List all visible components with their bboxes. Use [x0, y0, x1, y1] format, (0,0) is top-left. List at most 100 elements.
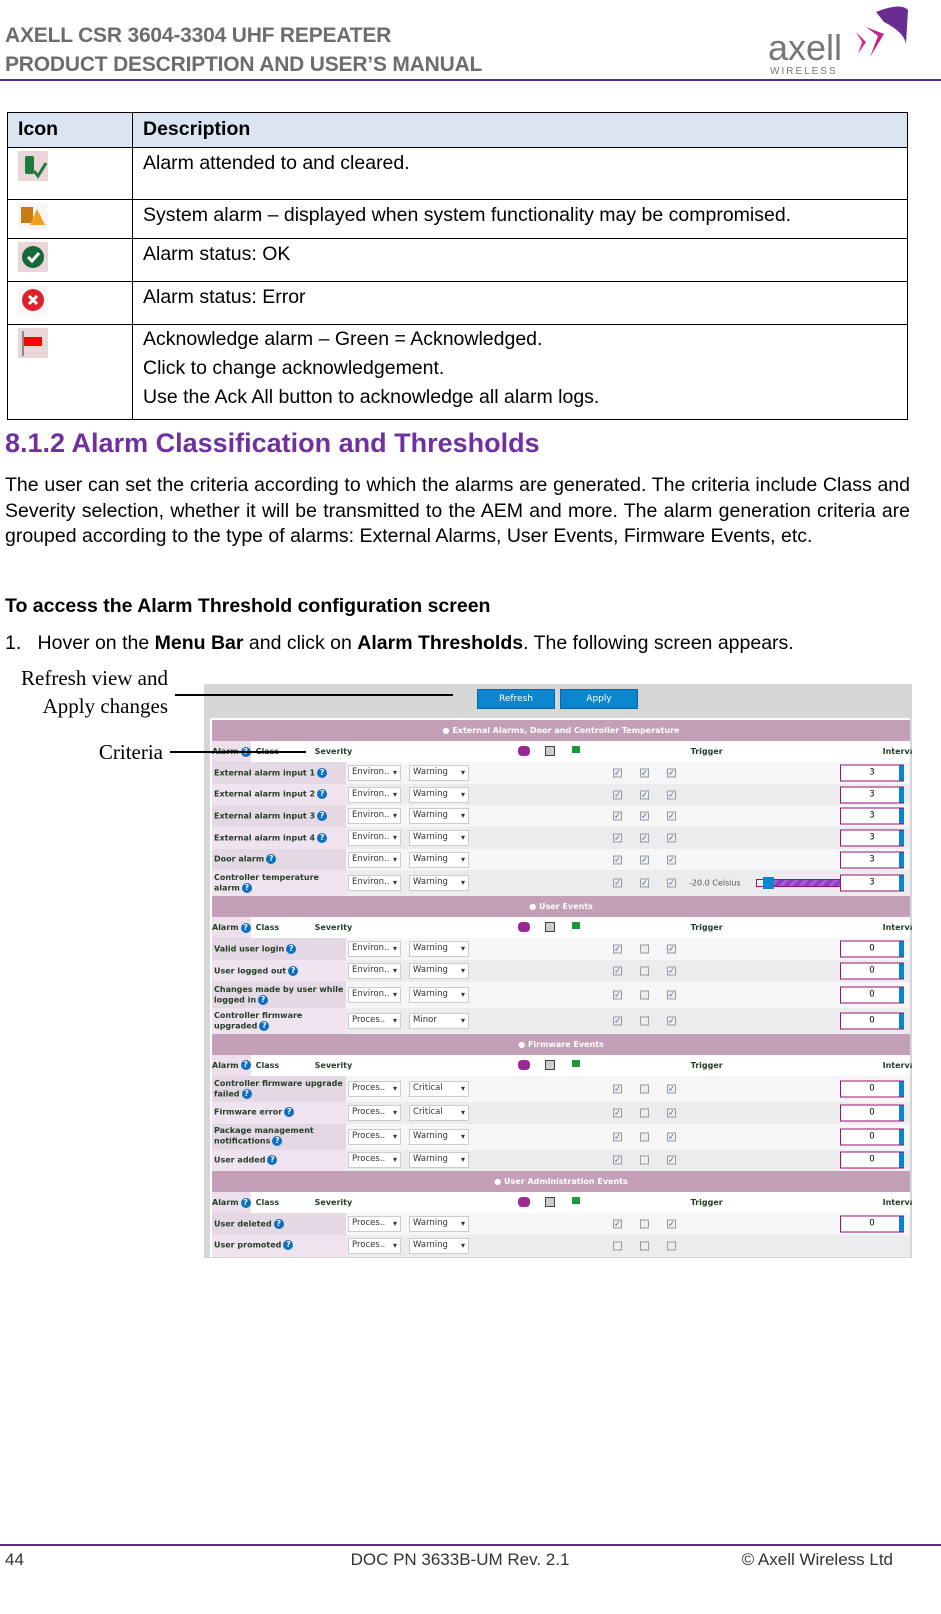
class-select[interactable]: Proces.. — [348, 1128, 401, 1145]
email-checkbox[interactable]: ✓ — [640, 855, 649, 865]
ack-checkbox[interactable]: ✓ — [667, 1219, 676, 1229]
interval-stepper[interactable]: 0 — [840, 962, 904, 980]
ack-checkbox[interactable]: ✓ — [667, 768, 676, 778]
trap-checkbox[interactable]: ✓ — [613, 966, 622, 976]
interval-stepper[interactable]: 3 — [840, 807, 904, 825]
class-select[interactable]: Environ.. — [348, 829, 401, 846]
ack-checkbox[interactable]: ✓ — [667, 790, 676, 800]
help-icon[interactable]: ? — [286, 944, 297, 955]
severity-select[interactable]: Warning — [409, 1237, 469, 1254]
email-checkbox[interactable] — [640, 966, 649, 976]
email-checkbox[interactable] — [640, 1155, 649, 1165]
class-select[interactable]: Environ.. — [348, 764, 401, 781]
severity-select[interactable]: Warning — [409, 808, 469, 825]
help-icon[interactable]: ? — [273, 1218, 284, 1229]
interval-stepper[interactable]: 0 — [840, 1012, 904, 1030]
ack-checkbox[interactable]: ✓ — [667, 1155, 676, 1165]
ack-checkbox[interactable]: ✓ — [667, 1132, 676, 1141]
email-checkbox[interactable] — [640, 1132, 649, 1141]
class-select[interactable]: Proces.. — [348, 1152, 401, 1169]
trap-checkbox[interactable]: ✓ — [613, 833, 622, 843]
class-select[interactable]: Environ.. — [348, 986, 401, 1003]
class-select[interactable]: Proces.. — [348, 1012, 401, 1029]
severity-select[interactable]: Minor — [409, 1012, 469, 1029]
severity-select[interactable]: Critical — [409, 1104, 469, 1121]
severity-select[interactable]: Warning — [409, 962, 469, 979]
severity-select[interactable]: Warning — [409, 941, 469, 958]
help-icon[interactable]: ? — [317, 832, 328, 843]
severity-select[interactable]: Warning — [409, 786, 469, 803]
ack-checkbox[interactable]: ✓ — [667, 1084, 676, 1094]
interval-stepper[interactable]: 3 — [840, 764, 904, 782]
interval-stepper[interactable]: 3 — [840, 874, 904, 892]
interval-stepper[interactable]: 3 — [840, 829, 904, 847]
help-icon[interactable]: ? — [240, 922, 251, 933]
trap-checkbox[interactable] — [613, 1241, 622, 1251]
help-icon[interactable]: ? — [317, 767, 328, 778]
email-checkbox[interactable]: ✓ — [640, 878, 649, 888]
help-icon[interactable]: ? — [241, 1088, 252, 1099]
help-icon[interactable]: ? — [317, 789, 328, 800]
help-icon[interactable]: ? — [272, 1136, 283, 1147]
email-checkbox[interactable]: ✓ — [640, 833, 649, 843]
severity-select[interactable]: Critical — [409, 1080, 469, 1097]
email-checkbox[interactable]: ✓ — [640, 790, 649, 800]
trap-checkbox[interactable]: ✓ — [613, 1108, 622, 1118]
trap-checkbox[interactable]: ✓ — [613, 855, 622, 865]
class-select[interactable]: Proces.. — [348, 1216, 401, 1233]
email-checkbox[interactable] — [640, 1241, 649, 1251]
trap-checkbox[interactable]: ✓ — [613, 1084, 622, 1094]
email-checkbox[interactable] — [640, 944, 649, 954]
ack-checkbox[interactable]: ✓ — [667, 944, 676, 954]
interval-stepper[interactable]: 0 — [840, 1151, 904, 1169]
interval-stepper[interactable]: 0 — [840, 1104, 904, 1122]
interval-stepper[interactable]: 0 — [840, 986, 904, 1004]
class-select[interactable]: Proces.. — [348, 1080, 401, 1097]
interval-stepper[interactable]: 3 — [840, 851, 904, 869]
refresh-button[interactable]: Refresh — [477, 689, 555, 709]
email-checkbox[interactable] — [640, 1016, 649, 1026]
ack-checkbox[interactable]: ✓ — [667, 966, 676, 976]
severity-select[interactable]: Warning — [409, 875, 469, 892]
ack-checkbox[interactable]: ✓ — [667, 1016, 676, 1026]
help-icon[interactable]: ? — [240, 1197, 251, 1208]
severity-select[interactable]: Warning — [409, 1152, 469, 1169]
email-checkbox[interactable]: ✓ — [640, 811, 649, 821]
interval-stepper[interactable]: 3 — [840, 786, 904, 804]
email-checkbox[interactable]: ✓ — [640, 768, 649, 778]
severity-select[interactable]: Warning — [409, 986, 469, 1003]
class-select[interactable]: Environ.. — [348, 786, 401, 803]
class-select[interactable]: Environ.. — [348, 941, 401, 958]
trap-checkbox[interactable]: ✓ — [613, 990, 622, 1000]
trap-checkbox[interactable]: ✓ — [613, 768, 622, 778]
help-icon[interactable]: ? — [266, 854, 277, 865]
email-checkbox[interactable] — [640, 990, 649, 1000]
email-checkbox[interactable] — [640, 1219, 649, 1229]
ack-checkbox[interactable] — [667, 1241, 676, 1251]
interval-stepper[interactable]: 0 — [840, 1215, 904, 1233]
ack-checkbox[interactable]: ✓ — [667, 1108, 676, 1118]
trap-checkbox[interactable]: ✓ — [613, 811, 622, 821]
class-select[interactable]: Environ.. — [348, 851, 401, 868]
class-select[interactable]: Proces.. — [348, 1104, 401, 1121]
help-icon[interactable]: ? — [258, 994, 269, 1005]
class-select[interactable]: Environ.. — [348, 808, 401, 825]
help-icon[interactable]: ? — [288, 965, 299, 976]
trap-checkbox[interactable]: ✓ — [613, 1132, 622, 1141]
trap-checkbox[interactable]: ✓ — [613, 878, 622, 888]
interval-stepper[interactable]: 0 — [840, 1128, 904, 1145]
email-checkbox[interactable] — [640, 1108, 649, 1118]
email-checkbox[interactable] — [640, 1084, 649, 1094]
class-select[interactable]: Environ.. — [348, 962, 401, 979]
ack-checkbox[interactable]: ✓ — [667, 990, 676, 1000]
ack-checkbox[interactable]: ✓ — [667, 878, 676, 888]
help-icon[interactable]: ? — [241, 883, 252, 894]
slider-min-handle[interactable] — [763, 877, 774, 890]
severity-select[interactable]: Warning — [409, 851, 469, 868]
apply-button[interactable]: Apply — [560, 689, 638, 709]
help-icon[interactable]: ? — [284, 1107, 295, 1118]
help-icon[interactable]: ? — [317, 810, 328, 821]
trap-checkbox[interactable]: ✓ — [613, 1155, 622, 1165]
trap-checkbox[interactable]: ✓ — [613, 790, 622, 800]
severity-select[interactable]: Warning — [409, 1128, 469, 1145]
